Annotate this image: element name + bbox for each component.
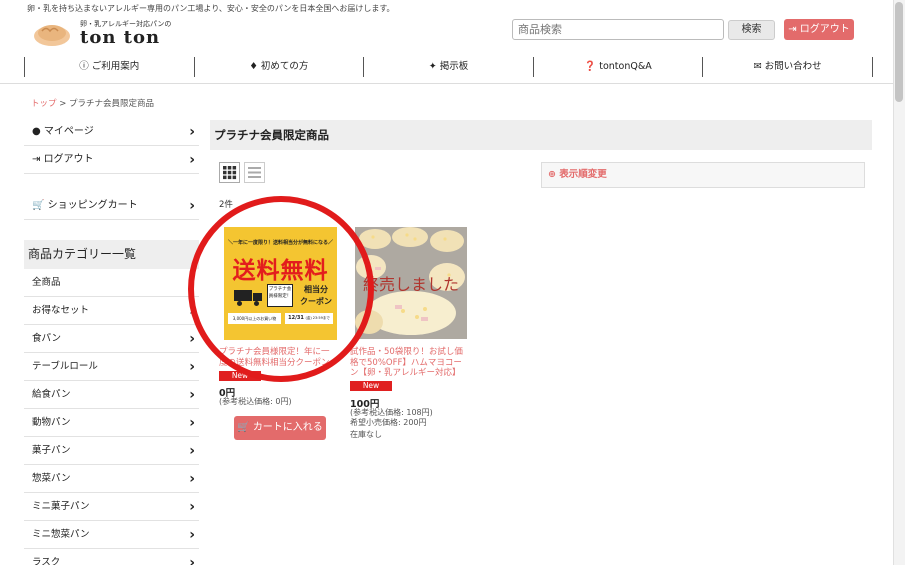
chevron-right-icon: › [189, 198, 195, 214]
grid-view-button[interactable] [219, 162, 240, 183]
zoom-icon: ⊕ [548, 169, 560, 180]
product-title-link[interactable]: 試作品・50袋限り！お試し価格で50%OFF】ハムマヨコーン【卵・乳アレルギー対… [350, 347, 468, 379]
coupon-condition: 3,000円以上のお買い物 [228, 313, 281, 324]
sidebar-item-mypage[interactable]: ● マイページ › [24, 118, 199, 146]
chevron-right-icon: › [189, 275, 195, 291]
nav-item-guide[interactable]: ⓘ ご利用案内 [24, 57, 194, 77]
mail-icon: ✉ [753, 61, 765, 72]
nav-divider [0, 83, 893, 84]
truck-icon [234, 288, 264, 306]
sidebar-item-logout[interactable]: ⇥ ログアウト › [24, 146, 199, 174]
bread-logo-icon [34, 25, 70, 46]
search-input[interactable] [512, 19, 724, 40]
breadcrumb-current: プラチナ会員限定商品 [69, 99, 155, 109]
new-badge: New [219, 371, 261, 381]
scrollbar-thumb[interactable] [895, 2, 903, 102]
nav-item-qa[interactable]: ❓ tontonQ&A [532, 57, 703, 77]
chevron-right-icon: › [189, 527, 195, 543]
breadcrumb-home[interactable]: トップ [31, 99, 57, 109]
chevron-right-icon: › [189, 415, 195, 431]
sort-order-toggle[interactable]: ⊕ 表示順変更 [541, 162, 865, 188]
coupon-label: クーポン [300, 297, 332, 306]
info-icon: ⓘ [79, 61, 92, 72]
product-ref-price: (参考税込価格: 108円) [350, 408, 433, 417]
coupon-deadline-box: 12/31 (金) 23:59まで [285, 313, 333, 324]
coupon-deadline: 12/31 [288, 315, 304, 321]
chevron-right-icon: › [189, 152, 195, 168]
category-item[interactable]: ラスク › [24, 549, 199, 565]
category-item[interactable]: テーブルロール › [24, 353, 199, 381]
coupon-banner-text: ＼一年に一度限り！送料相当分が無料になる／ [227, 240, 333, 246]
logout-button[interactable]: ⇥ ログアウト [784, 19, 854, 40]
chevron-right-icon: › [189, 443, 195, 459]
coupon-amount: 相当分 [304, 285, 328, 294]
chevron-right-icon: › [189, 124, 195, 140]
category-item[interactable]: 全商品 › [24, 269, 199, 297]
search-button[interactable]: 検索 [728, 20, 775, 40]
grid-icon [223, 166, 237, 180]
list-view-button[interactable] [244, 162, 265, 183]
chevron-right-icon: › [189, 303, 195, 319]
add-to-cart-button[interactable]: 🛒 カートに入れる [234, 416, 326, 440]
coupon-deadline-note: (金) 23:59まで [305, 316, 330, 320]
category-item[interactable]: 食パン › [24, 325, 199, 353]
category-item[interactable]: ミニ惣菜パン › [24, 521, 199, 549]
logout-icon: ⇥ [32, 154, 44, 165]
breadcrumb: トップ > プラチナ会員限定商品 [31, 99, 155, 109]
category-item[interactable]: 給食パン › [24, 381, 199, 409]
sidebar-item-cart[interactable]: 🛒 ショッピングカート › [24, 192, 199, 220]
nav-item-contact[interactable]: ✉ お問い合わせ [702, 57, 873, 77]
category-item[interactable]: 惣菜パン › [24, 465, 199, 493]
user-icon: ● [32, 126, 44, 137]
product-image-hammayo[interactable]: 終売しました [355, 227, 467, 339]
product-stock-status: 在庫なし [350, 430, 382, 439]
tagline: 卵・乳を持ち込まないアレルギー専用のパン工場より、安心・安全のパンを日本全国へお… [27, 4, 395, 13]
beginner-icon: ♦ [249, 61, 261, 72]
soldout-overlay: 終売しました [362, 275, 459, 294]
nav-item-beginner[interactable]: ♦ 初めての方 [193, 57, 364, 77]
logout-icon: ⇥ [788, 24, 800, 35]
product-title-link[interactable]: プラチナ会員様限定！年に一度の送料無料相当分クーポン [219, 347, 337, 368]
logout-label: ログアウト [799, 24, 850, 35]
scrollbar[interactable] [893, 0, 905, 565]
global-nav: ⓘ ご利用案内 ♦ 初めての方 ✦ 掲示板 ❓ tontonQ&A ✉ お問い合… [24, 57, 873, 77]
chevron-right-icon: › [189, 331, 195, 347]
list-icon [248, 167, 261, 178]
category-item[interactable]: 動物パン › [24, 409, 199, 437]
product-retail-price: 希望小売価格: 200円 [350, 418, 427, 427]
category-item[interactable]: ミニ菓子パン › [24, 493, 199, 521]
chevron-right-icon: › [189, 387, 195, 403]
cart-icon: 🛒 [237, 422, 253, 433]
coupon-headline: 送料無料 [232, 258, 329, 284]
chevron-right-icon: › [189, 471, 195, 487]
site-logo[interactable]: 卵・乳アレルギー対応パンの ton ton [32, 16, 172, 50]
new-badge: New [350, 381, 392, 391]
product-ref-price: (参考税込価格: 0円) [219, 397, 292, 406]
pin-icon: ✦ [428, 61, 440, 72]
question-icon: ❓ [584, 61, 600, 72]
nav-item-board[interactable]: ✦ 掲示板 [363, 57, 533, 77]
category-item[interactable]: 菓子パン › [24, 437, 199, 465]
chevron-right-icon: › [189, 555, 195, 565]
chevron-right-icon: › [189, 359, 195, 375]
product-image-coupon[interactable]: ＼一年に一度限り！送料相当分が無料になる／ 送料無料 プラチナ会員様限定！ 相当… [224, 227, 337, 340]
category-item[interactable]: お得なセット › [24, 297, 199, 325]
coupon-platinum: プラチナ会員様限定！ [267, 284, 293, 307]
category-header: 商品カテゴリー一覧 [24, 240, 199, 269]
logo-text: ton ton [80, 27, 161, 48]
cart-icon: 🛒 [32, 200, 48, 211]
page-title: プラチナ会員限定商品 [210, 120, 872, 150]
result-count: 2件 [219, 200, 233, 210]
chevron-right-icon: › [189, 499, 195, 515]
